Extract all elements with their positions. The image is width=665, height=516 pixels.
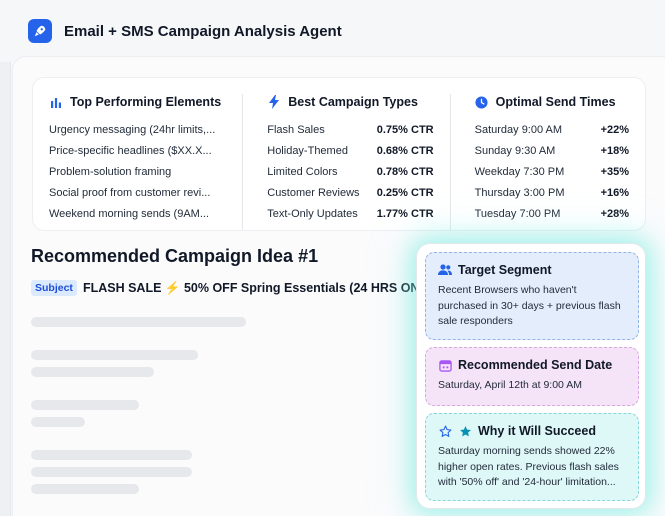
recommendation-title: Recommended Campaign Idea #1 <box>31 246 319 266</box>
top-performing-title: Top Performing Elements <box>70 95 222 109</box>
app-title: Email + SMS Campaign Analysis Agent <box>64 22 342 40</box>
send-date-text: Saturday, April 12th at 9:00 AM <box>438 379 582 391</box>
send-times-title: Optimal Send Times <box>495 95 616 109</box>
campaign-details-panel: Target Segment Recent Browsers who haven… <box>416 243 646 509</box>
loading-placeholder <box>31 450 192 460</box>
loading-placeholder <box>31 484 139 494</box>
calendar-icon <box>438 358 452 372</box>
table-row: Thursday 3:00 PM +16% <box>474 186 630 199</box>
target-segment-card: Target Segment Recent Browsers who haven… <box>425 252 639 340</box>
subject-text: FLASH SALE ⚡ 50% OFF Spring Essentials (… <box>82 280 439 295</box>
list-item: Urgency messaging (24hr limits,... <box>49 124 216 137</box>
table-row: Saturday 9:00 AM +22% <box>474 124 630 137</box>
loading-placeholder <box>31 367 154 377</box>
table-row: Customer Reviews 0.25% CTR <box>267 186 434 199</box>
loading-placeholder <box>31 400 139 410</box>
why-succeed-card: Why it Will Succeed Saturday morning sen… <box>425 413 639 501</box>
best-types-title: Best Campaign Types <box>288 95 418 109</box>
send-times-column: Optimal Send Times Saturday 9:00 AM +22% … <box>449 94 645 230</box>
subject-line: Subject FLASH SALE ⚡ 50% OFF Spring Esse… <box>31 280 438 296</box>
target-segment-text: Recent Browsers who haven't purchased in… <box>438 284 621 327</box>
why-succeed-title: Why it Will Succeed <box>478 424 596 438</box>
top-performing-column: Top Performing Elements Urgency messagin… <box>33 78 242 230</box>
loading-placeholder <box>31 467 192 477</box>
table-row: Limited Colors 0.78% CTR <box>267 165 434 178</box>
bar-chart-icon <box>49 95 63 109</box>
table-row: Holiday-Themed 0.68% CTR <box>267 145 434 158</box>
table-row: Tuesday 7:00 PM +28% <box>474 207 630 220</box>
clock-icon <box>475 95 489 109</box>
list-item: Problem-solution framing <box>49 165 172 178</box>
table-row: Flash Sales 0.75% CTR <box>267 124 434 137</box>
list-item: Weekend morning sends (9AM... <box>49 207 209 220</box>
title-bar: Email + SMS Campaign Analysis Agent <box>0 0 665 62</box>
why-succeed-text: Saturday morning sends showed 22% higher… <box>438 445 619 488</box>
table-row: Sunday 9:30 AM +18% <box>474 145 630 158</box>
stats-card: Top Performing Elements Urgency messagin… <box>32 77 646 231</box>
lightning-emoji-icon: ⚡ <box>164 280 181 295</box>
subject-badge: Subject <box>31 280 77 296</box>
send-date-card: Recommended Send Date Saturday, April 12… <box>425 347 639 406</box>
target-segment-title: Target Segment <box>458 263 552 277</box>
users-icon <box>438 263 452 277</box>
best-types-column: Best Campaign Types Flash Sales 0.75% CTR… <box>242 94 449 230</box>
star-outline-icon <box>438 424 452 438</box>
star-icon <box>458 424 472 438</box>
list-item: Social proof from customer revi... <box>49 186 211 199</box>
lightning-icon <box>267 95 281 109</box>
table-row: Text-Only Updates 1.77% CTR <box>267 207 434 220</box>
list-item: Price-specific headlines ($XX.X... <box>49 145 212 158</box>
loading-placeholder <box>31 317 246 327</box>
send-date-title: Recommended Send Date <box>458 358 613 372</box>
loading-placeholder <box>31 350 198 360</box>
loading-placeholder <box>31 417 85 427</box>
table-row: Weekday 7:30 PM +35% <box>474 165 630 178</box>
rocket-icon <box>28 19 52 43</box>
